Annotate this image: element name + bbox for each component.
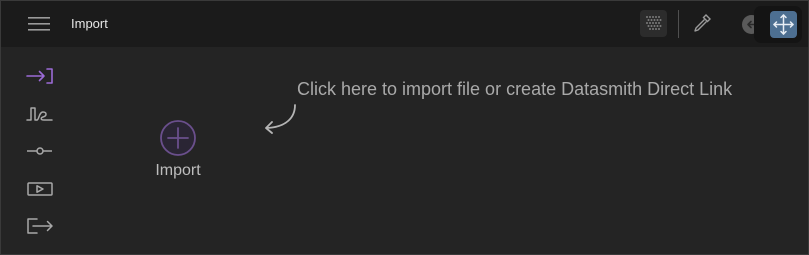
import-button[interactable]: Import <box>141 117 215 187</box>
eyedropper-icon[interactable] <box>691 12 713 34</box>
toolbar-divider <box>678 10 679 38</box>
curved-arrow-icon <box>259 101 299 137</box>
plus-circle-icon <box>159 119 197 157</box>
page-title: Import <box>71 16 108 31</box>
import-button-label: Import <box>155 162 201 179</box>
sidebar-item-import[interactable] <box>25 65 55 87</box>
sidebar-item-export[interactable] <box>25 215 55 237</box>
dot-grid-icon[interactable] <box>640 10 667 37</box>
sidebar-item-play[interactable] <box>25 178 55 200</box>
hamburger-menu-icon[interactable] <box>27 15 51 33</box>
import-panel: Import Click here to import file or crea… <box>0 0 809 255</box>
move-arrows-icon[interactable] <box>770 11 797 38</box>
move-tool-group <box>754 6 802 43</box>
sidebar-item-slider[interactable] <box>25 140 55 162</box>
sidebar-item-waveform[interactable] <box>25 103 55 125</box>
import-hint-text[interactable]: Click here to import file or create Data… <box>297 79 732 100</box>
top-bar: Import <box>1 1 808 47</box>
